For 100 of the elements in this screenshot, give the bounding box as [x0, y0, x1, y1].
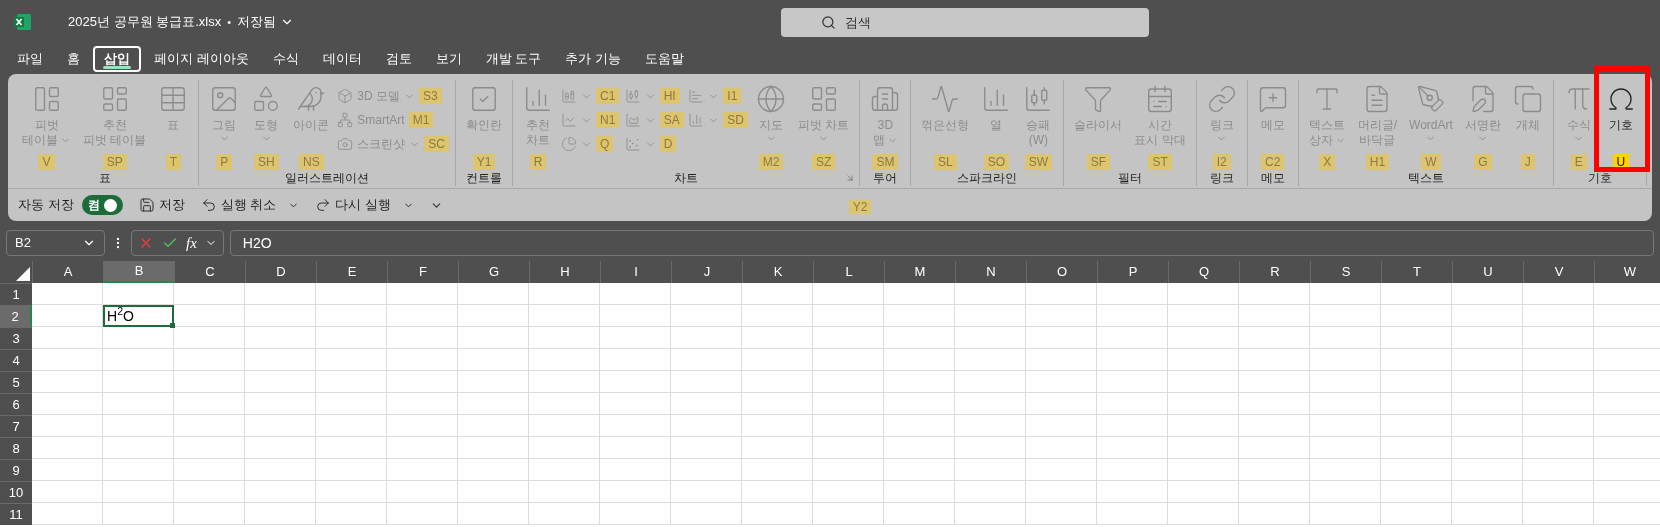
grid-cell[interactable] — [316, 305, 387, 327]
grid-cell[interactable] — [1381, 437, 1452, 459]
grid-cell[interactable] — [529, 349, 600, 371]
grid-cell[interactable] — [813, 371, 884, 393]
grid-cell[interactable] — [955, 459, 1026, 481]
grid-cell[interactable] — [1168, 283, 1239, 305]
grid-cell[interactable] — [1026, 371, 1097, 393]
grid-cell[interactable] — [1381, 481, 1452, 503]
grid-cell[interactable] — [742, 437, 813, 459]
grid-cell[interactable] — [1452, 503, 1523, 525]
grid-cell[interactable] — [174, 503, 245, 525]
grid-cell[interactable] — [1523, 283, 1594, 305]
formula-field[interactable]: H2O — [229, 230, 1654, 256]
toolbar-button[interactable]: 저장 — [138, 195, 185, 215]
grid-cell[interactable] — [1310, 415, 1381, 437]
grid-cell[interactable] — [529, 393, 600, 415]
grid-cell[interactable] — [1381, 349, 1452, 371]
grid-cell[interactable] — [671, 327, 742, 349]
grid-cell[interactable] — [600, 459, 671, 481]
grid-cell[interactable] — [316, 481, 387, 503]
grid-cell[interactable] — [32, 349, 103, 371]
grid-cell[interactable] — [742, 503, 813, 525]
grid-cell[interactable] — [1310, 305, 1381, 327]
grid-cell[interactable] — [1381, 283, 1452, 305]
grid-cell[interactable] — [1097, 305, 1168, 327]
grid-cell[interactable] — [458, 327, 529, 349]
grid-cell[interactable] — [1310, 349, 1381, 371]
grid-cell[interactable] — [1026, 305, 1097, 327]
grid-cell[interactable] — [1452, 415, 1523, 437]
grid-cell[interactable] — [600, 371, 671, 393]
grid-cell[interactable] — [600, 481, 671, 503]
grid-cell[interactable] — [103, 415, 174, 437]
grid-cell[interactable] — [1452, 437, 1523, 459]
grid-cell[interactable] — [245, 371, 316, 393]
column-header[interactable]: Q — [1168, 261, 1239, 283]
grid-cell[interactable] — [1452, 459, 1523, 481]
grid-cell[interactable] — [387, 437, 458, 459]
grid-cell[interactable] — [1097, 393, 1168, 415]
grid-cell[interactable] — [1239, 327, 1310, 349]
grid-cell[interactable] — [245, 437, 316, 459]
autosave-toggle[interactable]: 켬 — [81, 195, 123, 215]
ribbon-button[interactable]: 기호 — [1601, 80, 1640, 133]
grid-cell[interactable] — [316, 503, 387, 525]
column-header[interactable]: L — [813, 261, 884, 283]
grid-cell[interactable] — [387, 349, 458, 371]
grid-cell[interactable] — [1026, 327, 1097, 349]
grid-cell[interactable] — [32, 459, 103, 481]
grid-cell[interactable] — [671, 415, 742, 437]
grid-cell[interactable] — [387, 459, 458, 481]
column-header[interactable]: V — [1523, 261, 1594, 283]
grid-cell[interactable] — [1239, 503, 1310, 525]
grid-cell[interactable] — [316, 283, 387, 305]
grid-cell[interactable] — [1239, 415, 1310, 437]
grid-cell[interactable] — [884, 503, 955, 525]
grid-cell[interactable] — [671, 393, 742, 415]
grid-cell[interactable] — [1239, 437, 1310, 459]
grid-cell[interactable] — [245, 283, 316, 305]
grid-cell[interactable] — [458, 481, 529, 503]
grid-cell[interactable] — [884, 481, 955, 503]
grid-cell[interactable] — [174, 305, 245, 327]
grid-cell[interactable] — [245, 503, 316, 525]
grid-cell[interactable] — [316, 393, 387, 415]
grid-cell[interactable] — [813, 327, 884, 349]
grid-cell[interactable] — [1168, 349, 1239, 371]
toolbar-button[interactable]: 다시 실행 — [315, 195, 414, 215]
grid-cell[interactable] — [245, 349, 316, 371]
grid-cell[interactable] — [1168, 481, 1239, 503]
grid-cell[interactable] — [742, 327, 813, 349]
grid-cell[interactable] — [1310, 503, 1381, 525]
grid-cell[interactable] — [1523, 393, 1594, 415]
grid-cell[interactable] — [671, 371, 742, 393]
grid-cell[interactable] — [671, 349, 742, 371]
grid-cell[interactable] — [742, 305, 813, 327]
grid-cell[interactable] — [813, 415, 884, 437]
active-cell[interactable]: H$^{2}$O — [103, 305, 174, 327]
grid-cell[interactable] — [103, 349, 174, 371]
grid-cell[interactable] — [1452, 349, 1523, 371]
column-header[interactable]: F — [387, 261, 458, 283]
grid-cell[interactable] — [1097, 283, 1168, 305]
grid-cell[interactable] — [1168, 327, 1239, 349]
grid-cell[interactable] — [1310, 481, 1381, 503]
grid-cell[interactable] — [1097, 459, 1168, 481]
dialog-launcher-icon[interactable] — [845, 173, 856, 183]
grid-cell[interactable] — [1523, 437, 1594, 459]
grid-cell[interactable] — [600, 283, 671, 305]
grid-cell[interactable] — [884, 371, 955, 393]
grid-cell[interactable] — [245, 327, 316, 349]
column-header[interactable]: U — [1452, 261, 1523, 283]
row-header[interactable]: 6 — [0, 393, 32, 415]
grid-cell[interactable] — [1026, 481, 1097, 503]
grid-cell[interactable] — [1026, 503, 1097, 525]
grid-cell[interactable] — [1168, 393, 1239, 415]
grid-cell[interactable] — [1310, 459, 1381, 481]
grid-cell[interactable] — [955, 349, 1026, 371]
grid-cell[interactable] — [1097, 349, 1168, 371]
grid-cell[interactable] — [1310, 393, 1381, 415]
grid-cell[interactable] — [1097, 415, 1168, 437]
grid-cell[interactable] — [387, 481, 458, 503]
grid-cell[interactable] — [742, 459, 813, 481]
grid-cell[interactable] — [316, 459, 387, 481]
